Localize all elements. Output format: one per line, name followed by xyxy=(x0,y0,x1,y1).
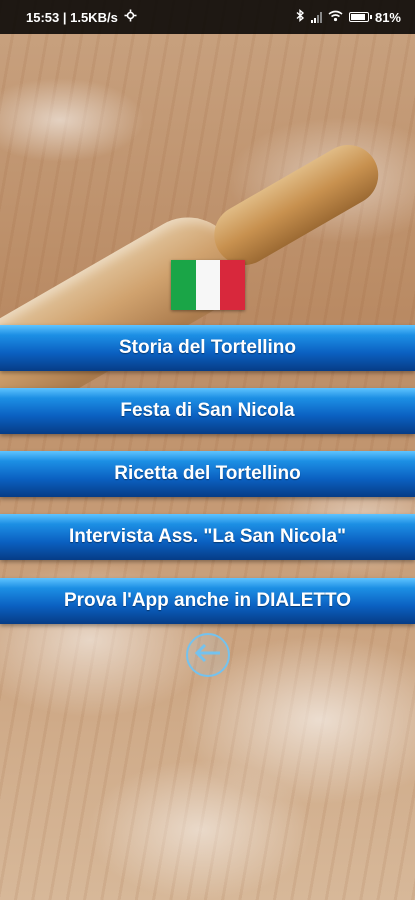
dialetto-button[interactable]: Prova l'App anche in DIALETTO xyxy=(0,578,415,624)
rolling-pin-handle xyxy=(203,134,390,276)
italian-flag-icon[interactable] xyxy=(171,260,246,310)
wifi-icon xyxy=(328,10,343,25)
signal-icon xyxy=(310,11,322,23)
status-bar: 15:53 | 1.5KB/s 81% xyxy=(0,0,415,34)
intervista-button[interactable]: Intervista Ass. "La San Nicola" xyxy=(0,514,415,560)
storia-button[interactable]: Storia del Tortellino xyxy=(0,325,415,371)
flag-red-stripe xyxy=(220,260,246,310)
battery-icon xyxy=(348,12,372,22)
status-right: 81% xyxy=(296,9,401,25)
festa-button[interactable]: Festa di San Nicola xyxy=(0,388,415,434)
ricetta-button[interactable]: Ricetta del Tortellino xyxy=(0,451,415,497)
status-left: 15:53 | 1.5KB/s xyxy=(26,9,137,25)
bluetooth-icon xyxy=(296,9,305,25)
settings-icon xyxy=(124,9,137,25)
back-arrow-icon xyxy=(194,643,222,668)
status-time: 15:53 | 1.5KB/s xyxy=(26,9,118,25)
battery-percent: 81% xyxy=(374,9,401,25)
flag-green-stripe xyxy=(171,260,196,310)
app-screen: 15:53 | 1.5KB/s 81% Storia del Tortellin… xyxy=(0,0,415,900)
back-button[interactable] xyxy=(186,633,230,677)
flag-white-stripe xyxy=(195,260,221,310)
